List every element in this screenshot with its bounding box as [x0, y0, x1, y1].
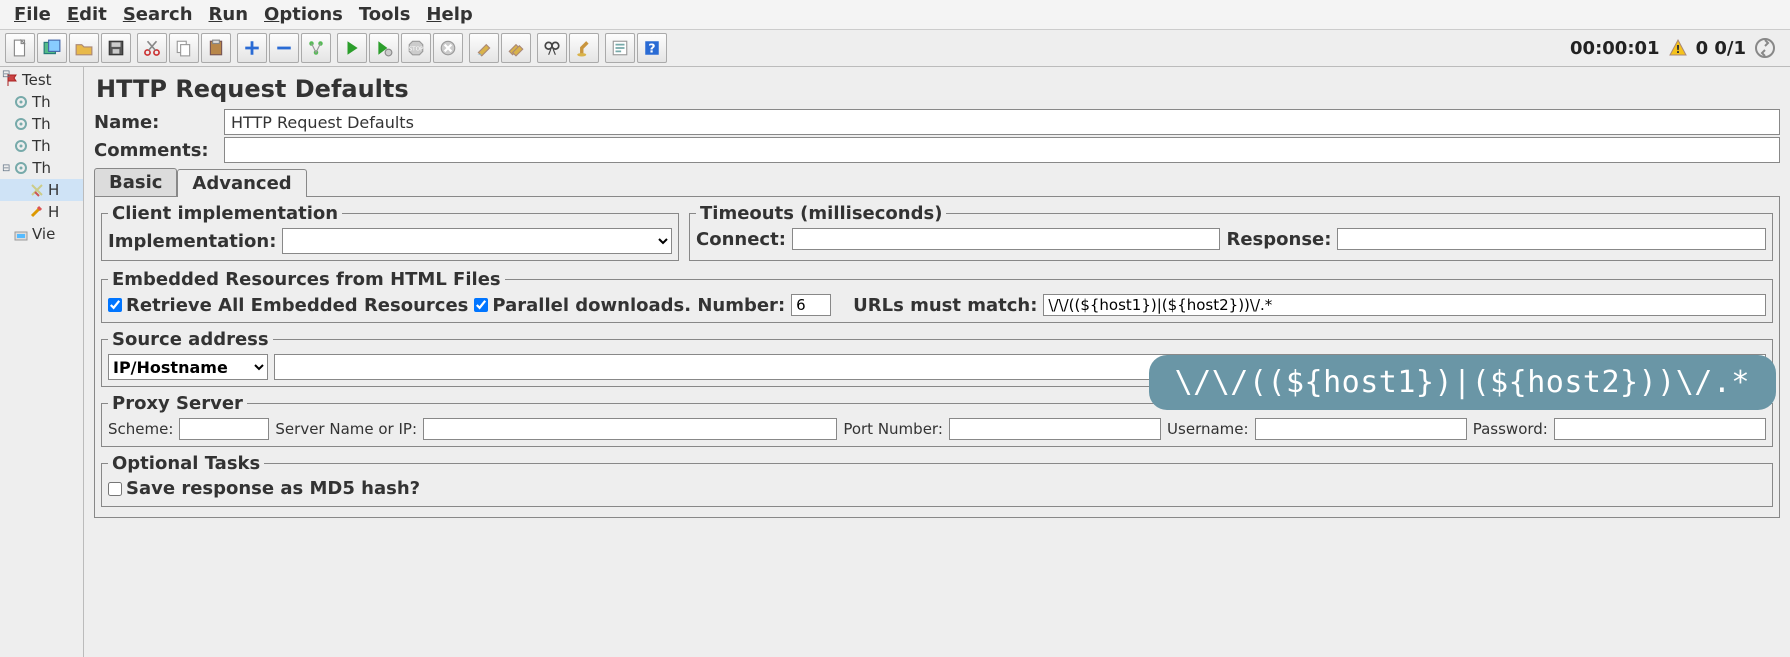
tab-strip: Basic Advanced [94, 169, 1780, 197]
collapse-icon[interactable] [269, 33, 299, 63]
parallel-number-input[interactable] [791, 294, 831, 316]
optional-legend: Optional Tasks [108, 453, 264, 474]
menu-edit[interactable]: Edit [59, 2, 115, 27]
stop-icon[interactable]: STOP [401, 33, 431, 63]
test-plan-tree[interactable]: ⊟ Test Th Th Th ⊟Th H H Vie [0, 67, 84, 657]
menu-options[interactable]: Options [256, 2, 351, 27]
menu-file[interactable]: File [6, 2, 59, 27]
impl-select[interactable] [282, 228, 672, 254]
embedded-legend: Embedded Resources from HTML Files [108, 269, 505, 290]
proxy-server-input[interactable] [423, 418, 837, 440]
proxy-user-input[interactable] [1255, 418, 1467, 440]
clear-icon[interactable] [469, 33, 499, 63]
menu-bar: File Edit Search Run Options Tools Help [0, 0, 1790, 30]
function-helper-icon[interactable] [605, 33, 635, 63]
proxy-port-label: Port Number: [843, 420, 943, 438]
connect-input[interactable] [792, 228, 1221, 250]
svg-text:?: ? [648, 42, 655, 56]
proxy-pass-input[interactable] [1554, 418, 1766, 440]
page-title: HTTP Request Defaults [96, 75, 1780, 103]
tree-item[interactable]: Th [0, 113, 83, 135]
start-icon[interactable] [337, 33, 367, 63]
save-icon[interactable] [101, 33, 131, 63]
annotation-bubble: \/\/((${host1})|(${host2}))\/.* [1149, 355, 1776, 410]
source-type-select[interactable]: IP/Hostname [108, 354, 268, 380]
name-input[interactable] [224, 109, 1780, 135]
proxy-scheme-label: Scheme: [108, 420, 173, 438]
comments-label: Comments: [94, 140, 224, 161]
tree-item[interactable]: Th [0, 135, 83, 157]
source-legend: Source address [108, 329, 273, 350]
menu-help[interactable]: Help [418, 2, 480, 27]
tree-item-selected[interactable]: H [0, 179, 83, 201]
tree-root[interactable]: ⊟ Test [0, 69, 83, 91]
proxy-user-label: Username: [1167, 420, 1249, 438]
refresh-icon[interactable] [1754, 37, 1776, 59]
proxy-legend: Proxy Server [108, 393, 247, 414]
urls-match-input[interactable] [1043, 294, 1766, 316]
clear-all-icon[interactable] [501, 33, 531, 63]
paste-icon[interactable] [201, 33, 231, 63]
response-input[interactable] [1337, 228, 1766, 250]
cut-icon[interactable] [137, 33, 167, 63]
urls-match-label: URLs must match: [853, 295, 1037, 316]
tab-basic[interactable]: Basic [94, 168, 177, 196]
tree-item[interactable]: Th [0, 91, 83, 113]
shutdown-icon[interactable] [433, 33, 463, 63]
timeouts-legend: Timeouts (milliseconds) [696, 203, 946, 224]
name-label: Name: [94, 112, 224, 133]
templates-icon[interactable] [37, 33, 67, 63]
open-icon[interactable] [69, 33, 99, 63]
proxy-server-label: Server Name or IP: [275, 420, 417, 438]
md5-checkbox[interactable]: Save response as MD5 hash? [108, 478, 420, 499]
impl-label: Implementation: [108, 231, 276, 252]
tab-advanced[interactable]: Advanced [177, 169, 306, 197]
start-no-pause-icon[interactable] [369, 33, 399, 63]
proxy-scheme-input[interactable] [179, 418, 269, 440]
proxy-port-input[interactable] [949, 418, 1161, 440]
help-icon[interactable]: ? [637, 33, 667, 63]
reset-search-icon[interactable] [569, 33, 599, 63]
menu-search[interactable]: Search [115, 2, 201, 27]
connect-label: Connect: [696, 229, 786, 250]
retrieve-all-checkbox[interactable]: Retrieve All Embedded Resources [108, 295, 468, 316]
status-area: 00:00:01 ! 0 0/1 [1570, 37, 1786, 59]
tree-item[interactable]: ⊟Th [0, 157, 83, 179]
response-label: Response: [1226, 229, 1331, 250]
tree-item[interactable]: Vie [0, 223, 83, 245]
new-icon[interactable] [5, 33, 35, 63]
svg-text:STOP: STOP [409, 46, 424, 52]
svg-text:!: ! [1675, 43, 1680, 56]
comments-input[interactable] [224, 137, 1780, 163]
elapsed-time: 00:00:01 [1570, 38, 1660, 59]
tree-item[interactable]: H [0, 201, 83, 223]
proxy-pass-label: Password: [1473, 420, 1548, 438]
copy-icon[interactable] [169, 33, 199, 63]
thread-count: 0 0/1 [1696, 38, 1746, 59]
expand-icon[interactable] [237, 33, 267, 63]
client-impl-legend: Client implementation [108, 203, 342, 224]
warning-icon: ! [1668, 38, 1688, 58]
search-icon[interactable] [537, 33, 567, 63]
parallel-checkbox[interactable]: Parallel downloads. Number: [474, 295, 785, 316]
menu-tools[interactable]: Tools [351, 2, 419, 27]
toggle-icon[interactable] [301, 33, 331, 63]
toolbar: STOP ? 00:00:01 ! 0 0/1 [0, 30, 1790, 67]
menu-run[interactable]: Run [201, 2, 257, 27]
